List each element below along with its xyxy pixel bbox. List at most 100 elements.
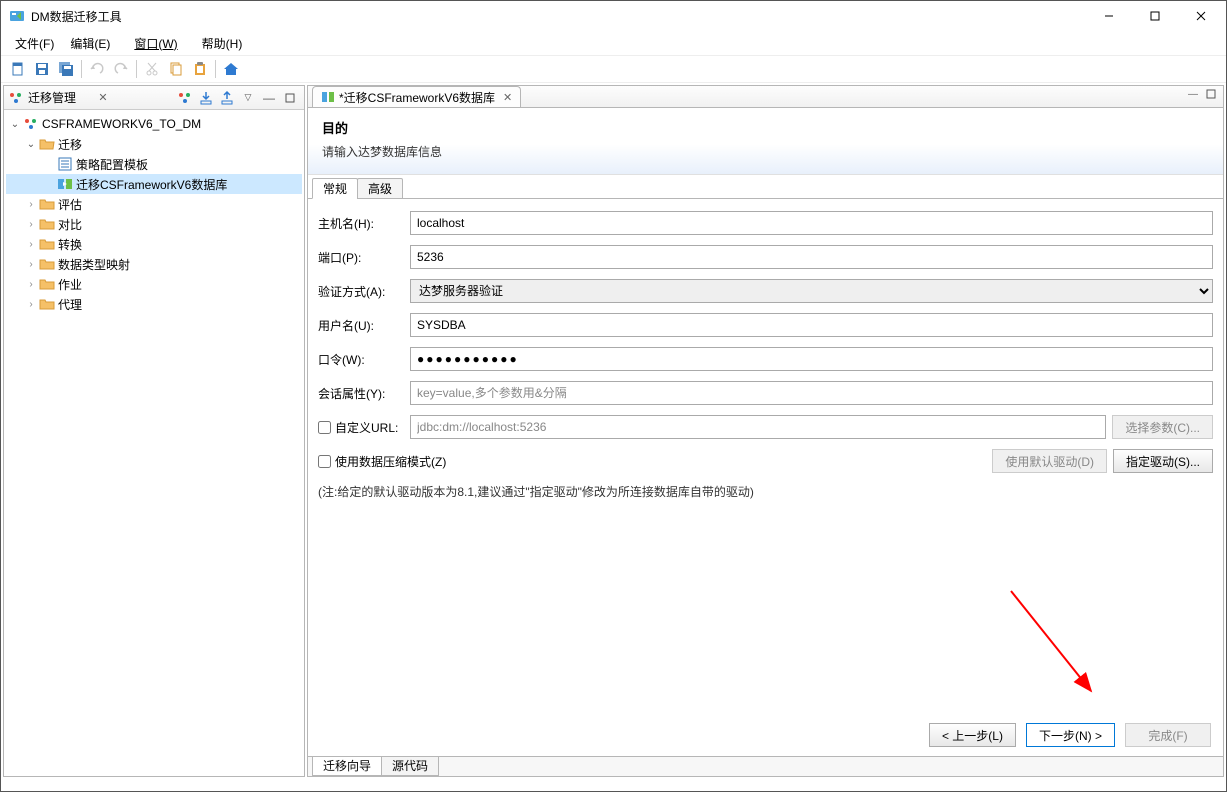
folder-closed-icon (39, 256, 55, 272)
tab-label: *迁移CSFrameworkV6数据库 (339, 89, 495, 106)
panel-title: 迁移管理 (28, 89, 94, 106)
host-input[interactable] (410, 211, 1213, 235)
save-all-icon[interactable] (55, 58, 77, 80)
select-params-button[interactable]: 选择参数(C)... (1112, 415, 1213, 439)
chevron-down-icon[interactable]: ▽ (238, 88, 258, 108)
migration-manager-panel: 迁移管理 ✕ ▽ — ⌄ CSFRAMEWORKV6_TO_DM ⌄ 迁移 (3, 85, 305, 777)
folder-closed-icon (39, 296, 55, 312)
wizard-buttons: < 上一步(L) 下一步(N) > 完成(F) (308, 714, 1223, 756)
folder-closed-icon (39, 276, 55, 292)
tree-node-convert[interactable]: › 转换 (6, 234, 302, 254)
driver-note: (注:给定的默认驱动版本为8.1,建议通过"指定驱动"修改为所连接数据库自带的驱… (318, 483, 1213, 500)
auth-select[interactable]: 达梦服务器验证 (410, 279, 1213, 303)
tree-label: 转换 (58, 236, 82, 253)
tab-min-icon[interactable]: — (1185, 88, 1201, 101)
next-button[interactable]: 下一步(N) > (1026, 723, 1115, 747)
panel-close-icon[interactable]: ✕ (98, 91, 107, 104)
port-label: 端口(P): (318, 249, 410, 266)
migration-manager-icon (8, 90, 24, 106)
compress-label[interactable]: 使用数据压缩模式(Z) (318, 453, 450, 470)
nodes-icon[interactable] (175, 88, 195, 108)
tree-node-migrate-db[interactable]: 迁移CSFrameworkV6数据库 (6, 174, 302, 194)
paste-icon[interactable] (189, 58, 211, 80)
menu-edit[interactable]: 编辑(E) (62, 33, 118, 54)
editor-panel: *迁移CSFrameworkV6数据库 ✕ — 目的 请输入达梦数据库信息 常规… (307, 85, 1224, 777)
tree-label: 迁移 (58, 136, 82, 153)
use-default-driver-button[interactable]: 使用默认驱动(D) (992, 449, 1107, 473)
port-input[interactable] (410, 245, 1213, 269)
tree-label: 评估 (58, 196, 82, 213)
form-tabs: 常规 高级 (308, 177, 1223, 199)
export-icon[interactable] (217, 88, 237, 108)
form-area: 主机名(H): 端口(P): 验证方式(A): 达梦服务器验证 用户名(U): … (308, 199, 1223, 714)
titlebar: DM数据迁移工具 (1, 1, 1226, 31)
home-icon[interactable] (220, 58, 242, 80)
main-toolbar (1, 55, 1226, 83)
folder-open-icon (39, 136, 55, 152)
tree-node-migrate[interactable]: ⌄ 迁移 (6, 134, 302, 154)
maximize-button[interactable] (1132, 1, 1178, 31)
password-label: 口令(W): (318, 351, 410, 368)
wizard-step-title: 目的 (322, 118, 1209, 137)
tree-node-type-mapping[interactable]: › 数据类型映射 (6, 254, 302, 274)
wizard-step-subtitle: 请输入达梦数据库信息 (322, 143, 1209, 160)
bottom-tabs: 迁移向导 源代码 (308, 756, 1223, 776)
custom-url-input[interactable] (410, 415, 1106, 439)
bottom-tab-wizard[interactable]: 迁移向导 (312, 757, 382, 776)
custom-url-checkbox[interactable] (318, 421, 331, 434)
editor-tab-migrate-db[interactable]: *迁移CSFrameworkV6数据库 ✕ (312, 86, 521, 107)
tree-node-job[interactable]: › 作业 (6, 274, 302, 294)
template-icon (57, 156, 73, 172)
compress-checkbox[interactable] (318, 455, 331, 468)
new-icon[interactable] (7, 58, 29, 80)
close-button[interactable] (1178, 1, 1224, 31)
app-icon (9, 8, 25, 24)
finish-button[interactable]: 完成(F) (1125, 723, 1211, 747)
tree-node-strategy-template[interactable]: 策略配置模板 (6, 154, 302, 174)
minimize-button[interactable] (1086, 1, 1132, 31)
migrate-icon (57, 176, 73, 192)
wizard-step-header: 目的 请输入达梦数据库信息 (308, 108, 1223, 175)
folder-closed-icon (39, 236, 55, 252)
folder-closed-icon (39, 196, 55, 212)
password-input[interactable] (410, 347, 1213, 371)
migrate-icon (321, 90, 335, 104)
bottom-tab-source[interactable]: 源代码 (381, 757, 439, 776)
user-label: 用户名(U): (318, 317, 410, 334)
custom-url-label[interactable]: 自定义URL: (318, 419, 410, 436)
tree-root[interactable]: ⌄ CSFRAMEWORKV6_TO_DM (6, 114, 302, 134)
minimize-panel-icon[interactable]: — (259, 88, 279, 108)
back-button[interactable]: < 上一步(L) (929, 723, 1016, 747)
tree-label: 作业 (58, 276, 82, 293)
maximize-panel-icon[interactable] (280, 88, 300, 108)
menu-file[interactable]: 文件(F) (7, 33, 62, 54)
auth-label: 验证方式(A): (318, 283, 410, 300)
user-input[interactable] (410, 313, 1213, 337)
migration-tree[interactable]: ⌄ CSFRAMEWORKV6_TO_DM ⌄ 迁移 策略配置模板 迁移CSFr… (4, 110, 304, 776)
folder-closed-icon (39, 216, 55, 232)
menu-help[interactable]: 帮助(H) (194, 33, 251, 54)
redo-icon[interactable] (110, 58, 132, 80)
session-input[interactable] (410, 381, 1213, 405)
tab-max-icon[interactable] (1203, 88, 1219, 101)
menu-window[interactable]: 窗口(W) (118, 33, 193, 54)
tree-node-evaluate[interactable]: › 评估 (6, 194, 302, 214)
specify-driver-button[interactable]: 指定驱动(S)... (1113, 449, 1213, 473)
tree-label: CSFRAMEWORKV6_TO_DM (42, 117, 201, 131)
tree-label: 策略配置模板 (76, 156, 148, 173)
menubar: 文件(F) 编辑(E) 窗口(W) 帮助(H) (1, 31, 1226, 55)
tab-close-icon[interactable]: ✕ (503, 91, 512, 104)
tree-node-agent[interactable]: › 代理 (6, 294, 302, 314)
copy-icon[interactable] (165, 58, 187, 80)
tree-label: 迁移CSFrameworkV6数据库 (76, 176, 227, 193)
undo-icon[interactable] (86, 58, 108, 80)
statusbar (1, 779, 1226, 791)
cut-icon[interactable] (141, 58, 163, 80)
tree-node-compare[interactable]: › 对比 (6, 214, 302, 234)
tab-advanced[interactable]: 高级 (357, 178, 403, 199)
session-label: 会话属性(Y): (318, 385, 410, 402)
import-icon[interactable] (196, 88, 216, 108)
tab-general[interactable]: 常规 (312, 178, 358, 199)
editor-tabs: *迁移CSFrameworkV6数据库 ✕ — (308, 86, 1223, 108)
save-icon[interactable] (31, 58, 53, 80)
